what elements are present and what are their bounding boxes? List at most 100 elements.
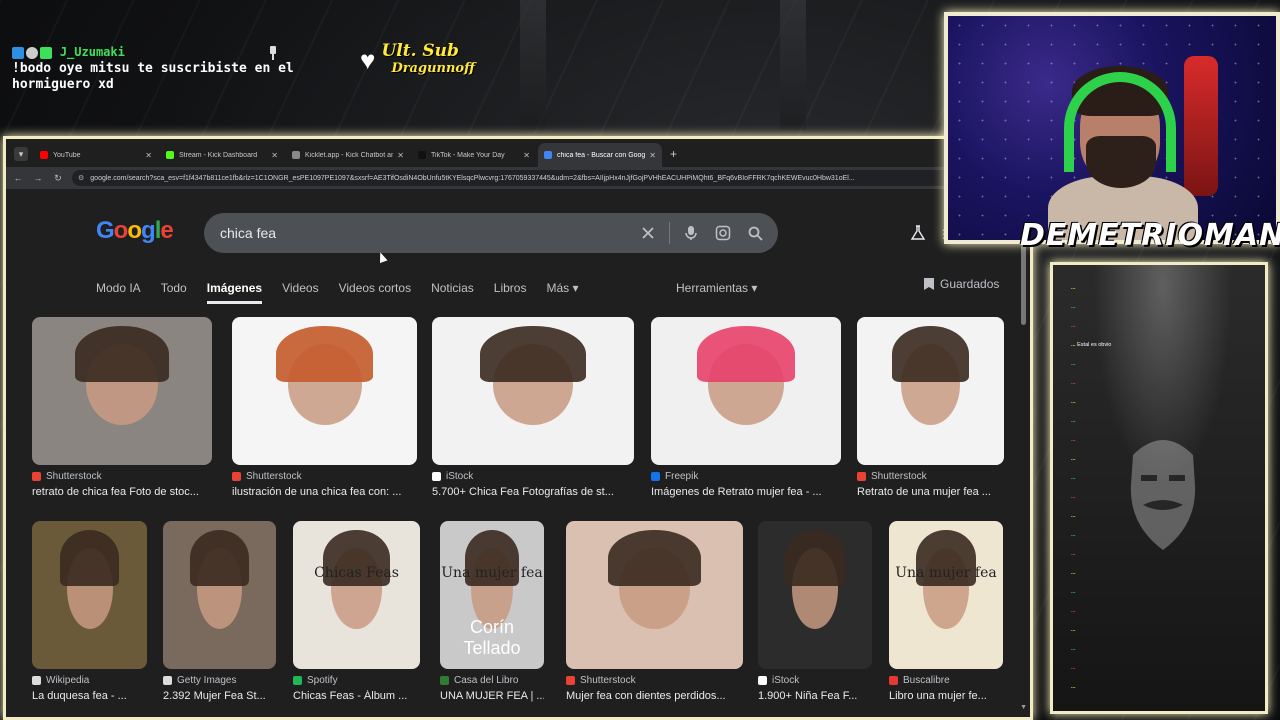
result-thumbnail[interactable]: Una mujer fea — [889, 521, 1003, 669]
result-title[interactable]: Mujer fea con dientes perdidos... — [566, 690, 743, 702]
scrollbar-thumb[interactable] — [1021, 245, 1026, 325]
scroll-down-icon[interactable]: ▼ — [1020, 704, 1027, 711]
search-tab[interactable]: Videos — [282, 281, 318, 304]
chat-username: ... — [1071, 304, 1076, 310]
reload-icon[interactable]: ↻ — [52, 173, 64, 184]
saved-button[interactable]: Guardados — [924, 277, 999, 291]
microphone-icon[interactable] — [680, 222, 702, 244]
result-thumbnail[interactable] — [32, 521, 147, 669]
chat-message: ... — [1071, 450, 1259, 469]
search-tab[interactable]: Libros — [494, 281, 527, 304]
browser-tab[interactable]: YouTube ✕ — [34, 143, 158, 167]
result-title[interactable]: UNA MUJER FEA | ... — [440, 690, 544, 702]
close-tab-icon[interactable]: ✕ — [145, 151, 152, 160]
result-thumbnail[interactable] — [232, 317, 417, 465]
forward-icon[interactable]: → — [32, 173, 44, 183]
divider — [669, 222, 670, 244]
tab-favicon-icon — [292, 151, 300, 159]
search-tab[interactable]: Imágenes — [206, 281, 263, 304]
result-thumbnail[interactable] — [857, 317, 1004, 465]
chat-username: ... — [1071, 665, 1076, 671]
result-title[interactable]: Libro una mujer fe... — [889, 690, 1003, 702]
result-title[interactable]: retrato de chica fea Foto de stoc... — [32, 486, 212, 498]
result-title[interactable]: 5.700+ Chica Fea Fotografías de st... — [432, 486, 634, 498]
result-title[interactable]: 2.392 Mujer Fea St... — [163, 690, 276, 702]
lens-icon[interactable] — [712, 222, 734, 244]
back-icon[interactable]: ← — [12, 173, 24, 183]
image-result[interactable]: Wikipedia La duquesa fea - ... — [32, 521, 147, 702]
browser-tab[interactable]: Stream - Kick Dashboard ✕ — [160, 143, 284, 167]
close-tab-icon[interactable]: ✕ — [649, 151, 656, 160]
image-result[interactable]: Shutterstock ilustración de una chica fe… — [232, 317, 417, 498]
search-tab[interactable]: Videos cortos — [339, 281, 412, 304]
google-logo[interactable]: Google — [96, 217, 174, 245]
tab-favicon-icon — [40, 151, 48, 159]
image-result[interactable]: Chicas Feas Spotify Chicas Feas - Álbum … — [293, 521, 420, 702]
result-title[interactable]: Imágenes de Retrato mujer fea - ... — [651, 486, 841, 498]
last-sub-label: Ult. Sub — [381, 41, 459, 61]
result-source: Shutterstock — [871, 471, 927, 482]
browser-tab[interactable]: Kicklet.app - Kick Chatbot and ✕ — [286, 143, 410, 167]
image-result[interactable]: Shutterstock Retrato de una mujer fea ..… — [857, 317, 1004, 498]
chat-message: ... — [1071, 317, 1259, 336]
result-thumbnail[interactable] — [651, 317, 841, 465]
browser-tab[interactable]: TikTok - Make Your Day ✕ — [412, 143, 536, 167]
pin-icon — [268, 46, 278, 60]
chat-message: ... — [1071, 640, 1259, 659]
image-result[interactable]: Freepik Imágenes de Retrato mujer fea - … — [651, 317, 841, 498]
result-thumbnail[interactable] — [32, 317, 212, 465]
chat-message: ... — [1071, 393, 1259, 412]
result-thumbnail[interactable] — [758, 521, 872, 669]
browser-tab[interactable]: chica fea - Buscar con Google ✕ — [538, 143, 662, 167]
image-result[interactable]: Una mujer fea Buscalibre Libro una mujer… — [889, 521, 1003, 702]
result-title[interactable]: 1.900+ Niña Fea F... — [758, 690, 872, 702]
search-tab[interactable]: Todo — [161, 281, 187, 304]
image-result[interactable]: Getty Images 2.392 Mujer Fea St... — [163, 521, 276, 702]
site-info-icon[interactable]: ⚙ — [78, 174, 84, 182]
chat-alert-message: !bodo oye mitsu te suscribiste en el hor… — [12, 61, 294, 92]
chat-message: ... — [1071, 545, 1259, 564]
cover-title: Una mujer fea — [895, 565, 997, 582]
result-title[interactable]: ilustración de una chica fea con: ... — [232, 486, 417, 498]
result-thumbnail[interactable] — [163, 521, 276, 669]
search-icon[interactable] — [744, 222, 766, 244]
tools-button[interactable]: Herramientas ▾ — [676, 281, 757, 295]
labs-flask-icon[interactable] — [910, 225, 926, 241]
result-title[interactable]: Chicas Feas - Álbum ... — [293, 690, 420, 702]
clear-icon[interactable] — [637, 222, 659, 244]
chat-username: ... — [1071, 494, 1076, 500]
result-thumbnail[interactable]: Chicas Feas — [293, 521, 420, 669]
close-tab-icon[interactable]: ✕ — [397, 151, 404, 160]
new-tab-icon[interactable]: + — [670, 147, 677, 161]
close-tab-icon[interactable]: ✕ — [271, 151, 278, 160]
search-input[interactable]: chica fea — [220, 225, 627, 241]
image-result[interactable]: iStock 5.700+ Chica Fea Fotografías de s… — [432, 317, 634, 498]
tab-title: YouTube — [53, 151, 81, 159]
result-title[interactable]: Retrato de una mujer fea ... — [857, 486, 1004, 498]
search-tab[interactable]: Modo IA — [96, 281, 141, 304]
source-favicon-icon — [232, 472, 241, 481]
close-tab-icon[interactable]: ✕ — [523, 151, 530, 160]
result-source: Spotify — [307, 675, 338, 686]
chat-message: ... — [1071, 298, 1259, 317]
chat-username: ... — [1071, 589, 1076, 595]
image-result[interactable]: Shutterstock Mujer fea con dientes perdi… — [566, 521, 743, 702]
source-favicon-icon — [566, 676, 575, 685]
source-favicon-icon — [651, 472, 660, 481]
result-thumbnail[interactable]: Una mujer fea Corín Tellado — [440, 521, 544, 669]
result-thumbnail[interactable] — [566, 521, 743, 669]
image-result[interactable]: iStock 1.900+ Niña Fea F... — [758, 521, 872, 702]
result-thumbnail[interactable] — [432, 317, 634, 465]
chat-text: Estal es obvio — [1077, 342, 1112, 348]
chat-username: ... — [1071, 399, 1076, 405]
chat-username: ... — [1071, 684, 1076, 690]
image-result[interactable]: Una mujer fea Corín Tellado Casa del Libr… — [440, 521, 544, 702]
tab-search-icon[interactable]: ▾ — [14, 147, 28, 161]
result-title[interactable]: La duquesa fea - ... — [32, 690, 147, 702]
search-tab[interactable]: Noticias — [431, 281, 474, 304]
image-result[interactable]: Shutterstock retrato de chica fea Foto d… — [32, 317, 212, 498]
search-box[interactable]: chica fea — [204, 213, 778, 253]
address-bar[interactable]: ⚙ google.com/search?sca_esv=f1f4347b811c… — [72, 170, 980, 186]
search-tab[interactable]: Más ▾ — [546, 281, 578, 304]
source-favicon-icon — [857, 472, 866, 481]
